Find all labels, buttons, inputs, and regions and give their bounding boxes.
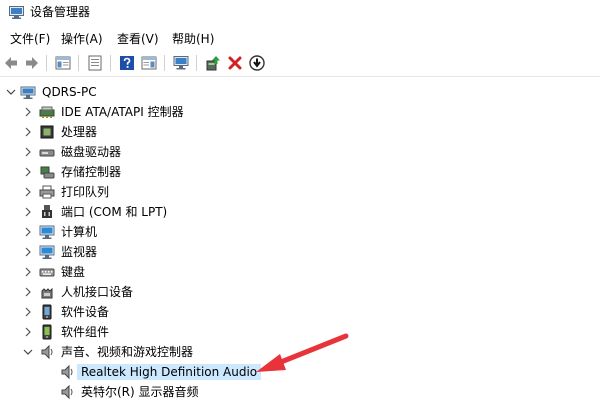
title-bar: 设备管理器: [0, 0, 600, 26]
toolbar-separator: [196, 55, 197, 71]
speaker-icon: [41, 344, 53, 360]
tree-category-label: 处理器: [61, 125, 98, 139]
chevron-right-icon[interactable]: [22, 146, 34, 158]
properties-icon[interactable]: [86, 54, 104, 72]
monitor-icon: [39, 245, 55, 259]
tree-device-label: 英特尔(R) 显示器音频: [81, 385, 199, 399]
chevron-right-icon[interactable]: [22, 306, 34, 318]
tree-category[interactable]: 端口 (COM 和 LPT): [0, 202, 600, 222]
tree-category-expanded[interactable]: 声音、视频和游戏控制器: [0, 342, 600, 362]
chevron-down-icon[interactable]: [22, 346, 34, 358]
toolbar-separator: [110, 55, 111, 71]
disk-drive-icon: [39, 149, 55, 157]
uninstall-device-icon[interactable]: [226, 54, 244, 72]
chevron-right-icon[interactable]: [22, 226, 34, 238]
chevron-right-icon[interactable]: [22, 326, 34, 338]
toolbar-separator: [164, 55, 165, 71]
tree-category-label: 监视器: [61, 245, 98, 259]
tree-device-item[interactable]: 英特尔(R) 显示器音频: [0, 382, 600, 402]
toolbar: [0, 50, 600, 77]
tree-category[interactable]: 人机接口设备: [0, 282, 600, 302]
window-title: 设备管理器: [30, 5, 91, 19]
back-arrow-icon[interactable]: [2, 54, 20, 72]
tree-category[interactable]: 软件组件: [0, 322, 600, 342]
storage-controller-icon: [40, 166, 55, 179]
chevron-right-icon[interactable]: [22, 206, 34, 218]
device-tree: QDRS-PC IDE ATA/ATAPI 控制器 处理器 磁盘驱动器 存储控制…: [0, 80, 600, 405]
toolbar-separator: [46, 55, 47, 71]
help-icon[interactable]: [118, 54, 136, 72]
tree-category[interactable]: 键盘: [0, 262, 600, 282]
tree-category-label: 软件设备: [61, 305, 110, 319]
speaker-icon: [61, 364, 73, 380]
toolbar-separator: [78, 55, 79, 71]
port-icon: [42, 205, 52, 218]
tree-category-label: 端口 (COM 和 LPT): [61, 205, 168, 219]
chevron-right-icon[interactable]: [22, 166, 34, 178]
tree-device-item[interactable]: Realtek High Definition Audio: [0, 362, 600, 382]
tree-category-label: 软件组件: [61, 325, 110, 339]
tree-category-label: 人机接口设备: [61, 285, 134, 299]
keyboard-icon: [39, 268, 55, 277]
menu-action[interactable]: 操作(A): [61, 31, 103, 47]
menu-file[interactable]: 文件(F): [10, 31, 50, 47]
menu-help[interactable]: 帮助(H): [172, 31, 214, 47]
tree-root-label: QDRS-PC: [42, 85, 97, 99]
tree-device-label: Realtek High Definition Audio: [77, 364, 262, 380]
software-component-icon: [42, 324, 52, 340]
forward-arrow-icon[interactable]: [23, 54, 41, 72]
tree-category[interactable]: 存储控制器: [0, 162, 600, 182]
chevron-right-icon[interactable]: [22, 186, 34, 198]
ide-controller-icon: [39, 106, 55, 118]
software-device-icon: [42, 304, 52, 320]
chevron-right-icon[interactable]: [22, 106, 34, 118]
tree-category-label: 键盘: [61, 265, 86, 279]
processor-icon: [40, 125, 54, 139]
show-hide-console-tree-icon[interactable]: [54, 54, 72, 72]
tree-category[interactable]: 磁盘驱动器: [0, 142, 600, 162]
update-driver-icon[interactable]: [204, 54, 222, 72]
speaker-icon: [61, 384, 73, 400]
chevron-right-icon[interactable]: [22, 126, 34, 138]
menu-view[interactable]: 查看(V): [117, 31, 159, 47]
tree-category[interactable]: 计算机: [0, 222, 600, 242]
tree-category[interactable]: 软件设备: [0, 302, 600, 322]
tree-category-label: 存储控制器: [61, 165, 122, 179]
printer-icon: [39, 185, 55, 199]
chevron-right-icon[interactable]: [22, 286, 34, 298]
chevron-down-icon[interactable]: [5, 86, 17, 98]
tree-root-node[interactable]: QDRS-PC: [0, 82, 600, 102]
tree-category[interactable]: IDE ATA/ATAPI 控制器: [0, 102, 600, 122]
chevron-right-icon[interactable]: [22, 266, 34, 278]
tree-category-label: 磁盘驱动器: [61, 145, 122, 159]
tree-category-label: 计算机: [61, 225, 98, 239]
hid-icon: [41, 287, 53, 299]
tree-category[interactable]: 打印队列: [0, 182, 600, 202]
menu-bar: 文件(F) 操作(A) 查看(V) 帮助(H): [0, 28, 600, 50]
disable-device-icon[interactable]: [248, 54, 266, 72]
action-pane-icon[interactable]: [140, 54, 158, 72]
computer-icon: [20, 86, 36, 99]
tree-category[interactable]: 处理器: [0, 122, 600, 142]
monitor-icon: [39, 225, 55, 239]
device-manager-icon: [9, 6, 24, 19]
tree-category-label: 打印队列: [61, 185, 110, 199]
scan-hardware-icon[interactable]: [172, 54, 190, 72]
tree-category-label: 声音、视频和游戏控制器: [61, 345, 194, 359]
tree-category[interactable]: 监视器: [0, 242, 600, 262]
tree-category-label: IDE ATA/ATAPI 控制器: [61, 105, 184, 119]
chevron-right-icon[interactable]: [22, 246, 34, 258]
